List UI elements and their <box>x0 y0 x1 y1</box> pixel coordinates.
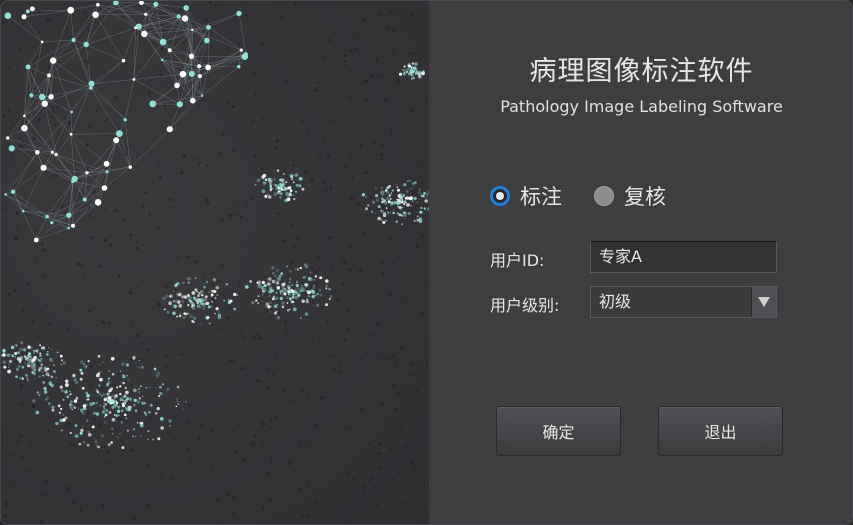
app-title: 病理图像标注软件 <box>529 56 754 87</box>
user-level-value: 初级 <box>599 292 632 311</box>
user-level-select[interactable]: 初级 <box>590 286 777 318</box>
mode-radio-annotate[interactable]: 标注 <box>490 181 562 211</box>
user-id-label: 用户ID: <box>490 251 545 270</box>
dropdown-arrow-icon[interactable] <box>751 287 776 317</box>
pathology-network-illustration <box>1 1 429 524</box>
exit-button[interactable]: 退出 <box>658 406 783 456</box>
mode-radio-label: 复核 <box>624 185 666 209</box>
radio-checked-icon <box>490 186 510 206</box>
user-level-label: 用户级别: <box>490 296 560 315</box>
mode-radio-label: 标注 <box>520 185 562 209</box>
login-panel: 病理图像标注软件 Pathology Image Labeling Softwa… <box>429 1 852 524</box>
confirm-button[interactable]: 确定 <box>496 406 621 456</box>
cell-network-graphic <box>1 1 429 524</box>
login-dialog: 病理图像标注软件 Pathology Image Labeling Softwa… <box>0 0 853 525</box>
mode-radio-review[interactable]: 复核 <box>594 181 666 211</box>
app-subtitle: Pathology Image Labeling Software <box>500 97 783 116</box>
user-id-input[interactable]: 专家A <box>590 241 777 273</box>
radio-unchecked-icon <box>594 186 614 206</box>
